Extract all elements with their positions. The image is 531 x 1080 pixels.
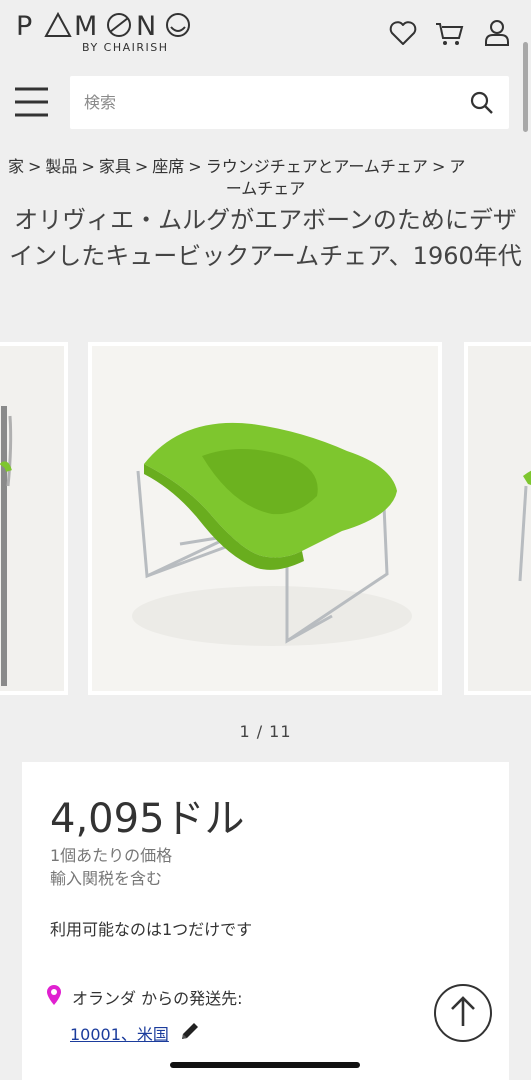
chair-image-prev [0,346,64,691]
price-card: 4,095ドル 1個あたりの価格 輸入関税を含む 利用可能なのは1つだけです オ… [22,762,509,1080]
arrow-up-icon [448,994,478,1032]
breadcrumb-lounge-chairs[interactable]: ラウンジチェアとアームチェア [206,157,428,176]
price-notes: 1個あたりの価格 輸入関税を含む [50,844,172,890]
breadcrumb-separator: > [431,157,446,176]
pamono-logo[interactable]: P M N BY CHAIRISH [16,9,226,57]
price-unit-label: 1個あたりの価格 [50,846,173,865]
logo-wordmark: P M N [16,11,190,42]
scroll-to-top-button[interactable] [434,984,492,1042]
breadcrumb-home[interactable]: 家 [8,157,24,176]
product-title: オリヴィエ・ムルグがエアボーンのためにデザインしたキュービックアームチェア、19… [9,206,522,270]
ship-to-link[interactable]: 10001、米国 [70,1021,169,1045]
price: 4,095ドル [50,796,245,842]
search-input[interactable] [70,76,430,129]
heart-icon[interactable] [388,18,418,48]
cart-icon[interactable] [434,18,464,48]
image-counter: 1 / 11 [239,722,292,741]
logo-subtitle: BY CHAIRISH [82,41,169,54]
breadcrumb-products[interactable]: 製品 [45,157,77,176]
availability-text: 利用可能なのは1つだけです [50,920,253,939]
carousel-slide-current[interactable] [88,342,442,695]
carousel-slide-next[interactable] [464,342,531,695]
scrollbar[interactable] [523,42,528,132]
breadcrumb-separator: > [81,157,95,176]
search-icon[interactable] [469,90,495,116]
breadcrumb-separator: > [134,157,149,176]
svg-text:N: N [136,11,156,42]
ship-from-text: オランダ からの発送先: [72,989,243,1008]
breadcrumb-armchairs-start[interactable]: ア [449,157,465,176]
breadcrumb-separator: > [28,157,42,176]
pencil-icon[interactable] [179,1020,201,1046]
image-carousel[interactable] [0,342,531,695]
breadcrumb-seating[interactable]: 座席 [152,157,184,176]
chair-image-next [468,346,531,691]
location-pin-icon [44,984,64,1010]
breadcrumb: 家 > 製品 > 家具 > 座席 > ラウンジチェアとアームチェア > ア ームチェア [8,156,523,200]
ship-to-row: 10001、米国 [70,1020,201,1046]
chair-image-main [92,346,438,691]
import-duty-label: 輸入関税を含む [50,869,163,888]
ship-from-row: オランダ からの発送先: [44,984,242,1010]
user-icon[interactable] [482,18,512,48]
site-header: P M N BY CHAIRISH [0,0,531,140]
home-indicator [170,1062,360,1068]
carousel-slide-prev[interactable] [0,342,68,695]
svg-text:M: M [74,11,97,42]
breadcrumb-furniture[interactable]: 家具 [99,157,131,176]
search-bar [70,76,509,129]
svg-text:P: P [16,11,35,42]
menu-icon[interactable] [14,85,50,119]
breadcrumb-separator: > [188,157,202,176]
breadcrumb-armchairs[interactable]: ームチェア [8,178,523,200]
